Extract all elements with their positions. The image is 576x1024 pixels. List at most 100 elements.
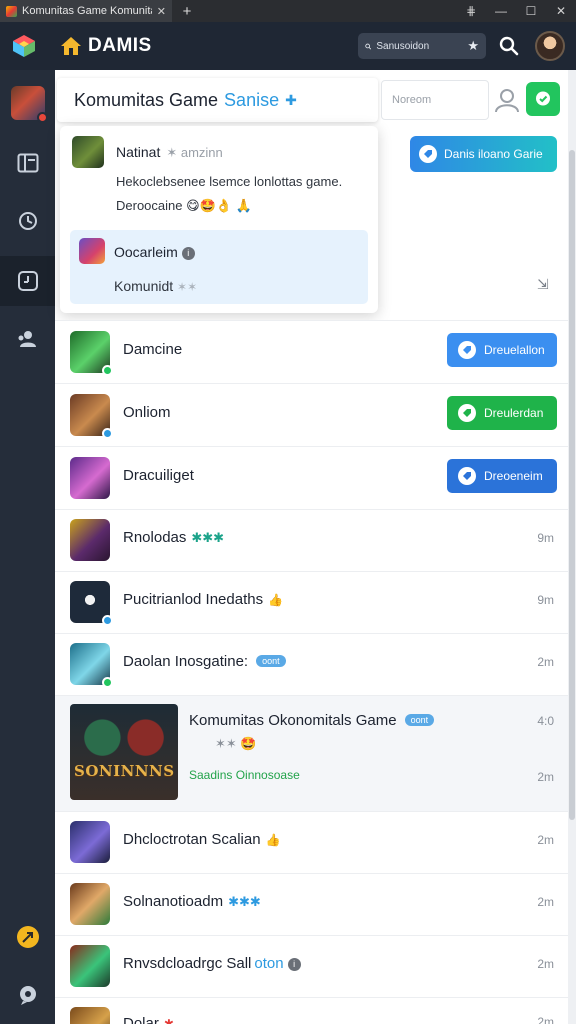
help-chat-icon — [19, 986, 36, 1005]
expand-arrow-icon[interactable]: ⇲ — [537, 276, 549, 293]
chat-icon — [536, 91, 550, 106]
list-item-action-button[interactable]: Dreoeneim — [447, 459, 557, 493]
new-tab-button[interactable]: + — [176, 0, 198, 22]
list-item-title: Dhcloctrotan Scalian — [123, 831, 261, 848]
tag-icon — [458, 404, 476, 422]
list-item-action-button[interactable]: Dreulerdan — [447, 396, 557, 430]
chat-button[interactable] — [526, 82, 560, 116]
sidebar-item-help[interactable] — [0, 970, 55, 1020]
status-badge — [102, 615, 113, 626]
game-thumbnail — [10, 86, 48, 123]
panel-stars: ✶✶ — [177, 280, 198, 294]
tag-icon — [458, 341, 476, 359]
logo-cube-icon[interactable] — [11, 33, 37, 59]
popup-avatar — [72, 136, 104, 168]
list-item-title: Rnolodas — [123, 529, 187, 546]
list-item[interactable]: Solnanotioadm ✱✱✱ 2m — [55, 873, 568, 935]
action-label: Dreoeneim — [484, 469, 543, 483]
timestamp: 9m — [537, 593, 554, 607]
tag-badge: oont — [404, 714, 435, 726]
notification-dot — [36, 112, 48, 123]
status-badge — [102, 428, 113, 439]
browser-tab[interactable]: Komunitas Game Komunitas Game ✕ — [0, 0, 172, 22]
list-item[interactable]: Dracuiliget Dreoeneim — [55, 446, 568, 509]
list-item[interactable]: Onliom Dreulerdan — [55, 383, 568, 446]
action-label: Dreulerdan — [484, 406, 544, 420]
tag-badge: oont — [256, 655, 286, 667]
list-item-title: Pucitrianlod Inedaths — [123, 591, 264, 608]
favorite-star-icon[interactable]: ★ — [467, 38, 479, 54]
sidebar-item-explore[interactable] — [0, 196, 55, 246]
list-item-title: Daolan Inosgatine: — [123, 653, 249, 670]
left-sidebar — [0, 70, 55, 1024]
sidebar-item-community[interactable] — [0, 256, 55, 306]
list-item-action-button[interactable]: Dreuelallon — [447, 333, 557, 367]
scrollbar-thumb[interactable] — [569, 150, 575, 820]
pin-window-button[interactable]: ⋕ — [456, 0, 486, 22]
game-thumbnail — [70, 643, 113, 688]
reaction-emoji: 👍 — [268, 593, 284, 607]
list-item-title: Solnanotioadm — [123, 893, 224, 910]
scrollbar[interactable] — [568, 70, 576, 1024]
popup-name: Natinat — [116, 144, 161, 160]
timestamp: 2m — [537, 895, 554, 909]
pin-icon[interactable]: ✚ — [285, 92, 297, 109]
user-avatar[interactable] — [535, 31, 565, 61]
reaction-emoji: ✱ — [163, 1017, 174, 1024]
panel-subtitle: Komunidt — [114, 278, 174, 294]
community-search-box[interactable] — [381, 80, 489, 120]
online-badge — [102, 365, 113, 376]
sidebar-item-boost[interactable] — [0, 912, 55, 962]
app-search-input[interactable] — [376, 40, 463, 52]
tag-icon — [419, 145, 437, 163]
panel-title: Oocarleim — [114, 244, 178, 260]
featured-item[interactable]: SONINNNS Komumitas Okonomitals Game oont … — [55, 695, 568, 811]
game-thumbnail — [70, 821, 110, 863]
page-title: Komumitas Game — [74, 89, 219, 110]
featured-game-image: SONINNNS — [70, 704, 178, 800]
app-search-box[interactable]: ★ — [358, 33, 486, 59]
sidebar-item-library[interactable] — [0, 138, 55, 188]
sidebar-item-friends[interactable] — [0, 314, 55, 364]
game-thumbnail — [70, 945, 110, 987]
search-button-icon[interactable] — [498, 35, 520, 57]
list-item-title: Onliom — [123, 404, 171, 421]
game-thumbnail — [70, 457, 110, 499]
list-item[interactable]: Daolan Inosgatine: oont 2m — [55, 633, 568, 695]
timestamp: 2m — [537, 833, 554, 847]
list-item-title: Dracuiliget — [123, 467, 194, 484]
user-profile-icon[interactable] — [493, 86, 521, 114]
friends-icon — [18, 331, 36, 347]
brand-name: DAMIS — [88, 35, 152, 56]
list-item-title: Rnvsdcloadrgc Sall — [123, 955, 252, 972]
maximize-button[interactable]: ☐ — [516, 0, 546, 22]
list-item[interactable]: Dolar ✱ 2m — [55, 997, 568, 1024]
timestamp: 4:0 — [537, 714, 554, 728]
close-window-button[interactable]: ✕ — [546, 0, 576, 22]
popup-highlight-panel[interactable]: Oocarleim i Komunidt ✶✶ — [70, 230, 368, 304]
list-item[interactable]: Damcine Dreuelallon — [55, 320, 568, 383]
game-thumbnail — [70, 883, 110, 925]
brand[interactable]: DAMIS — [60, 35, 152, 57]
community-action-label: Danis iloano Garie — [444, 147, 543, 161]
list-item[interactable]: Rnvsdcloadrgc Sall oton i 2m — [55, 935, 568, 997]
page-title-accent: Sanise — [224, 89, 280, 110]
online-badge — [102, 677, 113, 688]
list-item[interactable]: Rnolodas ✱✱✱ 9m — [55, 509, 568, 571]
info-icon[interactable]: i — [287, 958, 301, 971]
reaction-emoji: 👍 — [265, 833, 281, 847]
info-icon[interactable]: i — [181, 247, 195, 260]
community-search-input[interactable] — [392, 94, 472, 106]
timestamp: 9m — [537, 531, 554, 545]
community-action-button[interactable]: Danis iloano Garie — [410, 136, 557, 172]
clock-add-icon — [17, 271, 38, 291]
timestamp: 2m — [537, 1015, 554, 1024]
list-item[interactable]: Dhcloctrotan Scalian 👍 2m — [55, 811, 568, 873]
sidebar-item-recent-game[interactable] — [0, 78, 55, 128]
tab-close-icon[interactable]: ✕ — [157, 5, 166, 18]
popup-message-line-2: Deroocaine 😋🤩👌 🙏 — [116, 198, 252, 213]
tab-title: Komunitas Game Komunitas Game — [22, 5, 152, 17]
list-item[interactable]: Pucitrianlod Inedaths 👍 9m — [55, 571, 568, 633]
minimize-button[interactable]: — — [486, 0, 516, 22]
page-header: Komumitas Game Sanise ✚ — [57, 78, 378, 122]
